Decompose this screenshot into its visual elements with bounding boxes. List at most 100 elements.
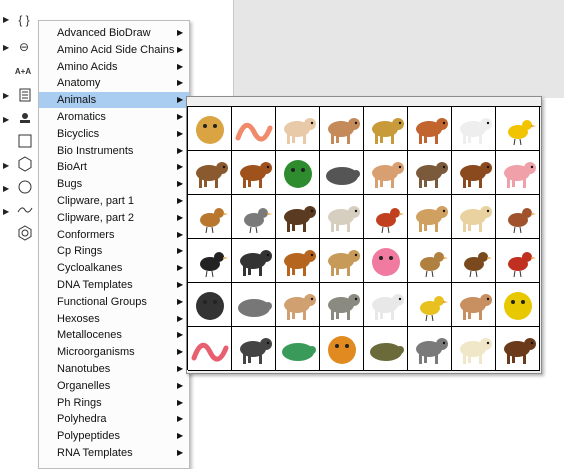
canvas-background xyxy=(233,0,564,98)
animal-fox-icon[interactable] xyxy=(232,151,276,195)
menu-item-amino-acids[interactable]: Amino Acids ▶ xyxy=(39,59,189,75)
animal-badger-icon[interactable] xyxy=(232,283,276,327)
animal-frog-icon[interactable] xyxy=(276,151,320,195)
frog-icon xyxy=(283,159,312,188)
animal-turkey-icon[interactable] xyxy=(364,195,408,239)
animal-bison-icon[interactable] xyxy=(276,195,320,239)
animal-puppy-icon[interactable] xyxy=(276,283,320,327)
animal-gorilla-icon[interactable] xyxy=(188,283,232,327)
expand-arrow-icon[interactable]: ▶ xyxy=(3,43,9,52)
menu-item-metallocenes[interactable]: Metallocenes ▶ xyxy=(39,327,189,343)
menu-item-cycloalkanes[interactable]: Cycloalkanes ▶ xyxy=(39,260,189,276)
wave-tool-icon[interactable] xyxy=(16,201,34,219)
expand-arrow-icon[interactable]: ▶ xyxy=(3,207,9,216)
animal-kangaroo-icon[interactable] xyxy=(452,283,496,327)
menu-item-cp-rings[interactable]: Cp Rings ▶ xyxy=(39,243,189,259)
animal-lion-icon[interactable] xyxy=(496,283,540,327)
menu-item-polypeptides[interactable]: Polypeptides ▶ xyxy=(39,428,189,444)
horse-icon xyxy=(459,161,492,188)
animal-elephant-icon[interactable] xyxy=(320,283,364,327)
animal-mouse-icon[interactable] xyxy=(452,107,496,151)
animal-sheep-icon[interactable] xyxy=(320,195,364,239)
animal-tortoise-icon[interactable] xyxy=(364,327,408,371)
hexagon-tool-icon[interactable] xyxy=(16,155,34,173)
animal-horse-icon[interactable] xyxy=(452,151,496,195)
expand-arrow-icon[interactable]: ▶ xyxy=(3,91,9,100)
expand-arrow-icon[interactable]: ▶ xyxy=(3,161,9,170)
animal-grizzly-bear-icon[interactable] xyxy=(408,151,452,195)
menu-item-bioart[interactable]: BioArt ▶ xyxy=(39,159,189,175)
animal-rabbit-icon[interactable] xyxy=(320,107,364,151)
animal-bear-cub-icon[interactable] xyxy=(188,151,232,195)
menu-item-functional-groups[interactable]: Functional Groups ▶ xyxy=(39,294,189,310)
animal-moose-icon[interactable] xyxy=(496,327,540,371)
animal-polar-bear-icon[interactable] xyxy=(452,327,496,371)
animal-yellow-bird-icon[interactable] xyxy=(496,107,540,151)
menu-item-clipware-part-1[interactable]: Clipware, part 1 ▶ xyxy=(39,193,189,209)
animal-duck-icon[interactable] xyxy=(408,239,452,283)
document-tool-icon[interactable] xyxy=(16,86,34,104)
monkey-icon xyxy=(371,117,404,144)
animal-monkey-icon[interactable] xyxy=(364,107,408,151)
menu-item-label: Anatomy xyxy=(57,77,101,90)
animal-dalmatian-icon[interactable] xyxy=(364,283,408,327)
benzene-tool-icon[interactable] xyxy=(16,224,34,242)
animal-owl-icon[interactable] xyxy=(188,195,232,239)
menu-item-bugs[interactable]: Bugs ▶ xyxy=(39,176,189,192)
menu-item-nanotubes[interactable]: Nanotubes ▶ xyxy=(39,361,189,377)
animal-turtle-icon[interactable] xyxy=(276,327,320,371)
menu-item-label: Ph Rings xyxy=(57,396,102,409)
submenu-arrow-icon: ▶ xyxy=(177,431,184,441)
animal-dog-icon[interactable] xyxy=(364,151,408,195)
animal-pig-icon[interactable] xyxy=(496,151,540,195)
menu-item-aromatics[interactable]: Aromatics ▶ xyxy=(39,109,189,125)
animal-black-cat-icon[interactable] xyxy=(232,239,276,283)
animal-zebra-icon[interactable] xyxy=(232,327,276,371)
animal-rat-icon[interactable] xyxy=(276,107,320,151)
animal-magpie-icon[interactable] xyxy=(188,239,232,283)
animal-calf-icon[interactable] xyxy=(276,239,320,283)
expand-arrow-icon[interactable]: ▶ xyxy=(3,184,9,193)
menu-item-dna-templates[interactable]: DNA Templates ▶ xyxy=(39,277,189,293)
menu-item-conformers[interactable]: Conformers ▶ xyxy=(39,227,189,243)
menu-item-bio-instruments[interactable]: Bio Instruments ▶ xyxy=(39,143,189,159)
menu-item-hexoses[interactable]: Hexoses ▶ xyxy=(39,311,189,327)
menu-item-microorganisms[interactable]: Microorganisms ▶ xyxy=(39,344,189,360)
font-size-tool[interactable]: A+A xyxy=(14,62,32,80)
menu-item-animals[interactable]: Animals ▶ xyxy=(39,92,189,109)
animal-rhino-icon[interactable] xyxy=(408,327,452,371)
menu-item-label: Polyhedra xyxy=(57,413,107,426)
animal-tiger-icon[interactable] xyxy=(320,327,364,371)
animal-sea-urchin-icon[interactable] xyxy=(364,239,408,283)
menu-item-anatomy[interactable]: Anatomy ▶ xyxy=(39,75,189,91)
menu-item-bicyclics[interactable]: Bicyclics ▶ xyxy=(39,126,189,142)
animal-cat-icon[interactable] xyxy=(452,195,496,239)
expand-arrow-icon[interactable]: ▶ xyxy=(3,15,9,24)
animal-hen-icon[interactable] xyxy=(496,195,540,239)
braces-tool[interactable]: { } xyxy=(15,11,33,29)
menu-item-ph-rings[interactable]: Ph Rings ▶ xyxy=(39,395,189,411)
animal-snake-icon[interactable] xyxy=(188,327,232,371)
animal-eagle-icon[interactable] xyxy=(452,239,496,283)
animal-weasel-icon[interactable] xyxy=(408,107,452,151)
menu-item-clipware-part-2[interactable]: Clipware, part 2 ▶ xyxy=(39,210,189,226)
menu-item-rna-templates[interactable]: RNA Templates ▶ xyxy=(39,445,189,461)
animal-worm-icon[interactable] xyxy=(232,107,276,151)
animal-greyhound-icon[interactable] xyxy=(320,239,364,283)
animal-camel-icon[interactable] xyxy=(408,195,452,239)
rectangle-tool-icon[interactable] xyxy=(16,132,34,150)
expand-arrow-icon[interactable]: ▶ xyxy=(3,115,9,124)
stamp-tool-icon[interactable] xyxy=(16,110,34,128)
menu-item-amino-acid-side-chains[interactable]: Amino Acid Side Chains ▶ xyxy=(39,42,189,58)
animal-bat-icon[interactable] xyxy=(320,151,364,195)
animal-rooster-icon[interactable] xyxy=(496,239,540,283)
minus-circle-tool[interactable]: ⊖ xyxy=(15,38,33,56)
menu-item-polyhedra[interactable]: Polyhedra ▶ xyxy=(39,411,189,427)
menu-item-advanced-biodraw[interactable]: Advanced BioDraw ▶ xyxy=(39,25,189,41)
submenu-arrow-icon: ▶ xyxy=(177,229,184,239)
animal-pigeon-icon[interactable] xyxy=(232,195,276,239)
circle-tool-icon[interactable] xyxy=(16,178,34,196)
menu-item-organelles[interactable]: Organelles ▶ xyxy=(39,378,189,394)
animal-guinea-pig-icon[interactable] xyxy=(188,107,232,151)
animal-bird-pair-icon[interactable] xyxy=(408,283,452,327)
